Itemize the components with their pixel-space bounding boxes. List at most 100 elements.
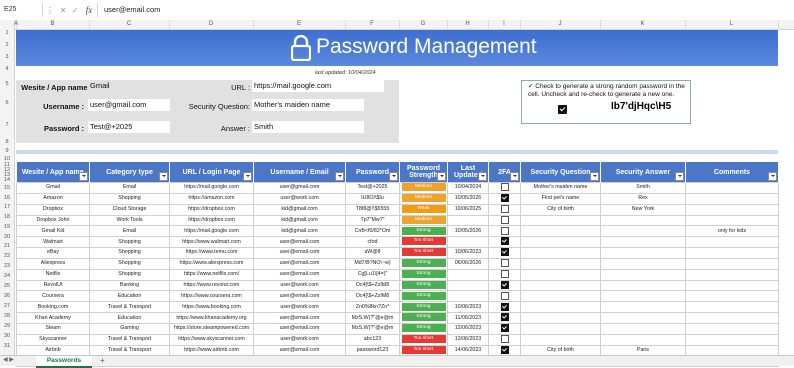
table-cell[interactable]: Dropbox John <box>16 214 90 227</box>
row-header[interactable]: 14 <box>0 177 14 183</box>
table-cell[interactable]: user@work.com <box>253 333 346 346</box>
website-field[interactable]: Gmail <box>88 80 174 92</box>
table-cell[interactable]: Smith <box>600 182 686 194</box>
table-cell[interactable]: kid@gmail.com <box>253 214 346 227</box>
table-cell[interactable]: Cloud Storage <box>89 203 170 216</box>
table-cell[interactable] <box>520 268 601 281</box>
2fa-cell[interactable] <box>488 322 521 335</box>
row-header[interactable]: 19 <box>0 224 14 230</box>
table-cell[interactable]: Coursera <box>16 290 90 303</box>
2fa-cell[interactable] <box>488 192 521 205</box>
table-cell[interactable]: 12/06/2023 <box>447 322 489 335</box>
row-header[interactable]: 5 <box>0 81 14 87</box>
table-cell[interactable]: Gmail Kid <box>16 225 90 238</box>
2fa-checkbox[interactable] <box>500 216 509 224</box>
table-cell[interactable] <box>520 322 601 335</box>
table-cell[interactable]: Shopping <box>89 257 170 270</box>
column-header-j[interactable]: J <box>520 20 601 29</box>
table-cell[interactable]: Education <box>89 312 170 324</box>
table-cell[interactable]: 10/05/2026 <box>447 192 489 205</box>
row-header[interactable]: 9 <box>0 148 14 154</box>
table-cell[interactable]: Walmart <box>16 236 90 249</box>
filter-dropdown-icon[interactable] <box>675 172 684 181</box>
table-cell[interactable]: Khan Academy <box>16 312 90 324</box>
security-question-field[interactable]: Mother's maiden name <box>252 99 364 111</box>
answer-field[interactable]: Smith <box>252 121 364 133</box>
2fa-cell[interactable] <box>488 182 521 194</box>
table-cell[interactable]: RevolUt <box>16 279 90 292</box>
table-cell[interactable]: Email <box>89 225 170 238</box>
row-header[interactable]: 15 <box>0 185 14 191</box>
table-cell[interactable]: 10/05/2026 <box>447 225 489 238</box>
table-cell[interactable] <box>447 236 489 249</box>
strength-cell[interactable]: Too short <box>399 236 448 249</box>
table-cell[interactable] <box>520 333 601 346</box>
table-cell[interactable] <box>600 214 686 227</box>
table-cell[interactable]: user@email.com <box>253 257 346 270</box>
table-cell[interactable]: Travel & Transport <box>89 301 170 314</box>
table-cell[interactable] <box>600 236 686 249</box>
table-cell[interactable]: 10/06/2023 <box>447 247 489 259</box>
strength-cell[interactable]: Medium <box>399 182 448 194</box>
column-header-l[interactable]: L <box>685 20 779 29</box>
row-header[interactable]: 3 <box>0 54 14 60</box>
column-header-f[interactable]: F <box>345 20 400 29</box>
strength-cell[interactable]: Strong <box>399 268 448 281</box>
table-cell[interactable] <box>685 333 779 346</box>
row-header[interactable]: 21 <box>0 243 14 249</box>
table-cell[interactable]: user@work.com <box>253 279 346 292</box>
generate-checkbox[interactable] <box>558 105 567 114</box>
2fa-checkbox[interactable] <box>500 313 509 322</box>
table-cell[interactable] <box>520 225 601 238</box>
row-header[interactable]: 17 <box>0 204 14 210</box>
2fa-checkbox[interactable] <box>500 226 509 235</box>
username-field[interactable]: user@gmail.com <box>88 99 170 111</box>
column-header-d[interactable]: D <box>169 20 254 29</box>
table-cell[interactable]: Education <box>89 290 170 303</box>
row-header[interactable]: 22 <box>0 253 14 259</box>
url-field[interactable]: https://mail.google.com <box>252 80 384 92</box>
table-cell[interactable]: Netflix <box>16 268 90 281</box>
enter-icon[interactable]: ✓ <box>69 6 81 15</box>
2fa-cell[interactable] <box>488 301 521 314</box>
2fa-cell[interactable] <box>488 236 521 249</box>
table-cell[interactable]: Test@+2025 <box>345 182 400 194</box>
add-sheet-icon[interactable]: + <box>100 356 105 365</box>
table-cell[interactable] <box>520 290 601 303</box>
table-cell[interactable]: Shopping <box>89 236 170 249</box>
table-cell[interactable]: user@work.com <box>253 301 346 314</box>
row-header[interactable]: 18 <box>0 214 14 220</box>
column-header-i[interactable]: I <box>488 20 521 29</box>
table-cell[interactable]: IU8O/\$Iu <box>345 192 400 205</box>
table-cell[interactable]: Email <box>89 182 170 194</box>
table-cell[interactable] <box>685 214 779 227</box>
row-header[interactable]: 23 <box>0 263 14 269</box>
table-cell[interactable]: 10/06/2023 <box>447 301 489 314</box>
table-cell[interactable]: user@gmail.com <box>253 182 346 194</box>
table-cell[interactable] <box>600 225 686 238</box>
strength-cell[interactable]: Strong <box>399 312 448 324</box>
table-cell[interactable] <box>600 268 686 281</box>
strength-cell[interactable]: Strong <box>399 290 448 303</box>
strength-cell[interactable]: Strong <box>399 257 448 270</box>
row-header[interactable]: 6 <box>0 100 14 106</box>
table-cell[interactable]: Skyscanner <box>16 333 90 346</box>
table-cell[interactable] <box>685 279 779 292</box>
table-cell[interactable]: First pet's name <box>520 192 601 205</box>
table-cell[interactable] <box>685 236 779 249</box>
row-header[interactable]: 30 <box>0 333 14 339</box>
filter-dropdown-icon[interactable] <box>243 172 252 181</box>
table-cell[interactable]: Work Tools <box>89 214 170 227</box>
table-cell[interactable] <box>600 290 686 303</box>
table-cell[interactable]: https://mail.google.com <box>169 182 254 194</box>
table-cell[interactable]: https://www.aliexpress.com <box>169 257 254 270</box>
table-cell[interactable]: Gmail <box>16 182 90 194</box>
table-cell[interactable] <box>685 192 779 205</box>
table-cell[interactable]: kid@gmail.com <box>253 203 346 216</box>
table-cell[interactable]: Shopping <box>89 192 170 205</box>
2fa-checkbox[interactable] <box>500 335 509 344</box>
table-cell[interactable]: Banking <box>89 279 170 292</box>
row-header[interactable]: 1 <box>0 30 14 36</box>
row-header[interactable]: 29 <box>0 323 14 329</box>
select-all-corner[interactable] <box>0 20 15 29</box>
